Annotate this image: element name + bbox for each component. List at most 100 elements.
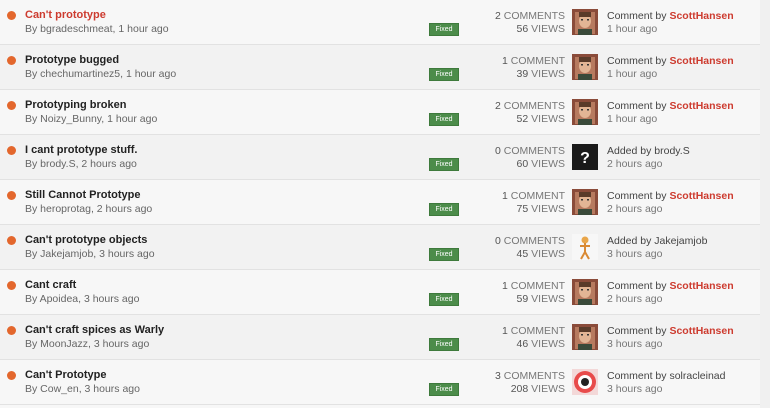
- status-badge: Fixed: [429, 338, 459, 351]
- thread-title-link[interactable]: Can't craft spices as Warly: [25, 324, 164, 336]
- view-count: 75 VIEWS: [460, 203, 565, 215]
- last-activity: Comment by ScottHansen: [607, 280, 734, 292]
- status-badge: Fixed: [429, 23, 459, 36]
- thread-title-link[interactable]: Prototype bugged: [25, 54, 119, 66]
- thread-row[interactable]: Still Cannot Prototype By heroprotag, 2 h…: [0, 180, 770, 225]
- scott-avatar-icon[interactable]: [572, 54, 598, 80]
- last-activity-time: 2 hours ago: [607, 203, 663, 215]
- comment-count-label: COMMENT: [510, 325, 565, 337]
- comment-count-value: 1: [501, 55, 508, 67]
- thread-title-link[interactable]: Prototyping broken: [25, 99, 126, 111]
- thread-byline: By Apoidea, 3 hours ago: [25, 293, 140, 305]
- view-count-value: 75: [516, 203, 529, 215]
- view-count-value: 52: [516, 113, 529, 125]
- thread-row[interactable]: Can't prototype By bgradeschmeat, 1 hour …: [0, 0, 770, 45]
- unread-dot-icon: [7, 281, 16, 290]
- unread-dot-icon: [7, 11, 16, 20]
- last-activity-user-link[interactable]: ScottHansen: [669, 10, 733, 22]
- last-activity-action: Comment by: [607, 55, 667, 67]
- last-activity-user-link[interactable]: ScottHansen: [669, 280, 733, 292]
- status-badge: Fixed: [429, 293, 459, 306]
- last-activity-time: 2 hours ago: [607, 158, 663, 170]
- last-activity-action: Comment by: [607, 325, 667, 337]
- scrollbar[interactable]: [760, 0, 770, 408]
- thread-row[interactable]: Can't craft spices as Warly By MoonJazz, …: [0, 315, 770, 360]
- last-activity-action: Comment by: [607, 100, 667, 112]
- last-activity-user-link[interactable]: ScottHansen: [669, 325, 733, 337]
- status-badge: Fixed: [429, 68, 459, 81]
- comment-count-value: 0: [494, 145, 501, 157]
- thread-title-link[interactable]: Can't Prototype: [25, 369, 106, 381]
- thread-title-link[interactable]: Can't prototype: [25, 9, 106, 21]
- last-activity: Comment by solracleinad: [607, 370, 726, 382]
- thread-row[interactable]: I cant prototype stuff. By brody.S, 2 hou…: [0, 135, 770, 180]
- view-count-value: 59: [516, 293, 529, 305]
- last-activity-user-link[interactable]: ScottHansen: [669, 55, 733, 67]
- thread-byline: By Jakejamjob, 3 hours ago: [25, 248, 155, 260]
- thread-title-link[interactable]: Cant craft: [25, 279, 76, 291]
- last-activity-action: Added by: [607, 235, 652, 247]
- thread-title-link[interactable]: I cant prototype stuff.: [25, 144, 137, 156]
- thread-byline: By Noizy_Bunny, 1 hour ago: [25, 113, 158, 125]
- view-count: 39 VIEWS: [460, 68, 565, 80]
- view-count: 60 VIEWS: [460, 158, 565, 170]
- comment-count-value: 1: [501, 325, 508, 337]
- last-activity-action: Comment by: [607, 10, 667, 22]
- last-activity-time: 1 hour ago: [607, 23, 658, 35]
- view-count: 45 VIEWS: [460, 248, 565, 260]
- thread-list: Can't prototype By bgradeschmeat, 1 hour …: [0, 0, 770, 405]
- comment-count-label: COMMENTS: [503, 10, 565, 22]
- thread-row[interactable]: Prototype bugged By chechumartinez5, 1 ho…: [0, 45, 770, 90]
- view-count-value: 45: [516, 248, 529, 260]
- thread-byline: By heroprotag, 2 hours ago: [25, 203, 153, 215]
- thread-byline: By MoonJazz, 3 hours ago: [25, 338, 150, 350]
- character-avatar-icon[interactable]: [572, 234, 598, 260]
- unread-dot-icon: [7, 236, 16, 245]
- unread-dot-icon: [7, 326, 16, 335]
- comment-count: 2 COMMENTS: [460, 100, 565, 112]
- thread-row[interactable]: Can't Prototype By Cow_en, 3 hours ago Fix…: [0, 360, 770, 405]
- comment-count: 3 COMMENTS: [460, 370, 565, 382]
- scott-avatar-icon[interactable]: [572, 189, 598, 215]
- view-count-label: VIEWS: [531, 23, 565, 35]
- thread-title-link[interactable]: Can't prototype objects: [25, 234, 147, 246]
- scott-avatar-icon[interactable]: [572, 9, 598, 35]
- last-activity-user-link[interactable]: Jakejamjob: [654, 235, 707, 247]
- comment-count: 1 COMMENT: [460, 325, 565, 337]
- last-activity-user-link[interactable]: brody.S: [654, 145, 689, 157]
- last-activity-user-link[interactable]: solracleinad: [669, 370, 725, 382]
- last-activity-user-link[interactable]: ScottHansen: [669, 190, 733, 202]
- unknown-avatar-icon[interactable]: ?: [572, 144, 598, 170]
- status-badge: Fixed: [429, 383, 459, 396]
- scott-avatar-icon[interactable]: [572, 279, 598, 305]
- comment-count: 1 COMMENT: [460, 280, 565, 292]
- last-activity: Comment by ScottHansen: [607, 10, 734, 22]
- comment-count-label: COMMENT: [510, 280, 565, 292]
- thread-byline: By Cow_en, 3 hours ago: [25, 383, 140, 395]
- view-count-label: VIEWS: [531, 68, 565, 80]
- view-count-label: VIEWS: [531, 293, 565, 305]
- last-activity-time: 1 hour ago: [607, 113, 658, 125]
- view-count-value: 60: [516, 158, 529, 170]
- thread-title-link[interactable]: Still Cannot Prototype: [25, 189, 141, 201]
- comment-count-label: COMMENT: [510, 55, 565, 67]
- view-count-value: 46: [516, 338, 529, 350]
- scott-avatar-icon[interactable]: [572, 324, 598, 350]
- comment-count-value: 3: [494, 370, 501, 382]
- last-activity-time: 2 hours ago: [607, 293, 663, 305]
- eye-avatar-icon[interactable]: [572, 369, 598, 395]
- thread-row[interactable]: Cant craft By Apoidea, 3 hours ago Fixed 1 …: [0, 270, 770, 315]
- scott-avatar-icon[interactable]: [572, 99, 598, 125]
- thread-row[interactable]: Can't prototype objects By Jakejamjob, 3 …: [0, 225, 770, 270]
- last-activity-time: 3 hours ago: [607, 383, 663, 395]
- last-activity-user-link[interactable]: ScottHansen: [669, 100, 733, 112]
- unread-dot-icon: [7, 101, 16, 110]
- comment-count: 1 COMMENT: [460, 55, 565, 67]
- last-activity: Comment by ScottHansen: [607, 325, 734, 337]
- comment-count: 0 COMMENTS: [460, 145, 565, 157]
- thread-row[interactable]: Prototyping broken By Noizy_Bunny, 1 hour…: [0, 90, 770, 135]
- view-count: 46 VIEWS: [460, 338, 565, 350]
- comment-count-label: COMMENTS: [503, 100, 565, 112]
- comment-count-value: 2: [494, 100, 501, 112]
- last-activity-action: Comment by: [607, 190, 667, 202]
